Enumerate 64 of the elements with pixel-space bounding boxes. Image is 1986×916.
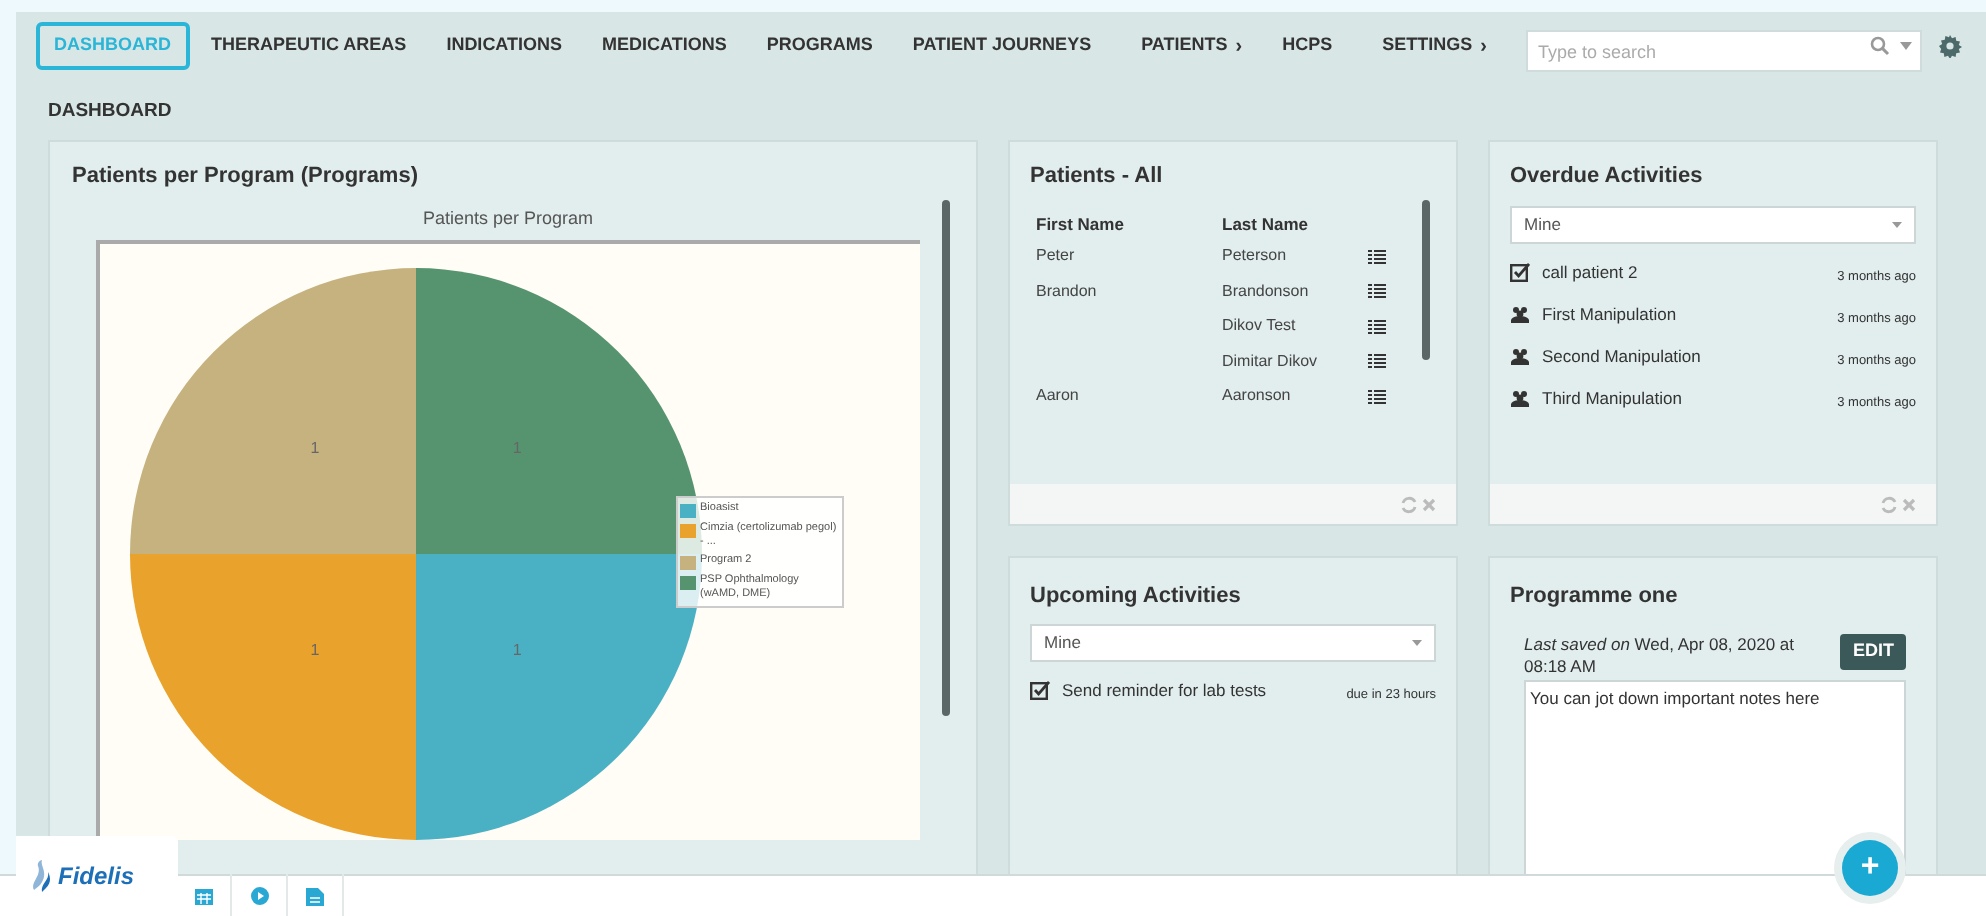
people-icon: [1510, 303, 1530, 323]
table-cell-text: Brandonson: [1222, 279, 1311, 304]
chart-title: Patients per Program: [420, 205, 596, 232]
refresh-icon[interactable]: [1880, 495, 1898, 513]
table-cell-text: Aaronson: [1222, 384, 1293, 409]
nav-tab[interactable]: PROGRAMS: [748, 22, 891, 70]
panel-title: Upcoming Activities: [1028, 582, 1243, 612]
activity-title[interactable]: Send reminder for lab tests: [1062, 677, 1335, 703]
data-label: 1: [512, 641, 522, 660]
task-checkbox-icon: [1030, 679, 1050, 699]
activity-title[interactable]: Second Manipulation: [1542, 343, 1826, 369]
caret-icon: [1412, 639, 1422, 645]
legend-swatch: [680, 576, 696, 590]
filter-dropdown[interactable]: Mine: [1510, 205, 1916, 243]
logo-icon: [30, 858, 54, 894]
table-cell-text: Dikov Test: [1222, 314, 1298, 339]
nav-tab[interactable]: PATIENT JOURNEYS: [894, 22, 1110, 70]
refresh-icon[interactable]: [1400, 495, 1418, 513]
legend-swatch: [680, 556, 696, 570]
table-cell-text: Peterson: [1222, 244, 1289, 269]
close-icon[interactable]: [1902, 497, 1916, 511]
activity-title[interactable]: Third Manipulation: [1542, 385, 1826, 411]
list-icon[interactable]: [1368, 249, 1386, 264]
logo-text: Fidelis: [58, 860, 135, 894]
activity-title[interactable]: call patient 2: [1542, 259, 1826, 285]
panel-title: Overdue Activities: [1508, 162, 1705, 192]
nav-tab[interactable]: HCPS: [1264, 22, 1351, 70]
people-icon: [1510, 345, 1530, 365]
task-checkbox-icon: [1510, 261, 1530, 281]
edit-button[interactable]: EDIT: [1840, 633, 1906, 669]
panel-title: Programme one: [1508, 582, 1680, 612]
close-icon[interactable]: [1422, 497, 1436, 511]
column-header: First Name: [1036, 211, 1126, 237]
legend-swatch: [680, 504, 696, 518]
caret-icon: [1892, 221, 1902, 227]
search-field[interactable]: Type to search: [1526, 30, 1922, 72]
filter-dropdown[interactable]: Mine: [1030, 623, 1436, 661]
activity-title[interactable]: First Manipulation: [1542, 301, 1826, 327]
page-title: DASHBOARD: [46, 98, 174, 122]
nav-tab[interactable]: THERAPEUTIC AREAS: [193, 22, 425, 70]
list-icon[interactable]: [1368, 389, 1386, 404]
list-icon[interactable]: [1368, 319, 1386, 334]
nav-tab[interactable]: MEDICATIONS: [584, 22, 745, 70]
caret-icon: [1900, 41, 1912, 49]
last-saved-text: Last saved on Wed, Apr 08, 2020 at 08:18 AM: [1524, 633, 1797, 677]
panel-title: Patients per Program (Programs): [70, 162, 420, 192]
nav-tab[interactable]: INDICATIONS: [428, 22, 581, 70]
table-cell-text: Aaron: [1036, 384, 1081, 409]
table-cell-text: Dimitar Dikov: [1222, 349, 1320, 374]
table-cell-text: Brandon: [1036, 279, 1099, 304]
submenu-chevron: ›: [1235, 33, 1243, 61]
table-cell-text: Peter: [1036, 244, 1077, 269]
settings-icon[interactable]: [1938, 34, 1962, 58]
search-icon[interactable]: [1870, 35, 1890, 55]
data-label: 1: [310, 641, 320, 660]
submenu-chevron: ›: [1480, 33, 1487, 61]
play-circle-icon[interactable]: [249, 885, 269, 905]
legend-swatch: [680, 524, 696, 538]
people-icon: [1510, 387, 1530, 407]
list-icon[interactable]: [1368, 354, 1386, 369]
data-label: 1: [310, 438, 320, 457]
panel-title: Patients - All: [1028, 162, 1165, 192]
column-header: Last Name: [1222, 211, 1310, 237]
list-icon[interactable]: [1368, 284, 1386, 299]
